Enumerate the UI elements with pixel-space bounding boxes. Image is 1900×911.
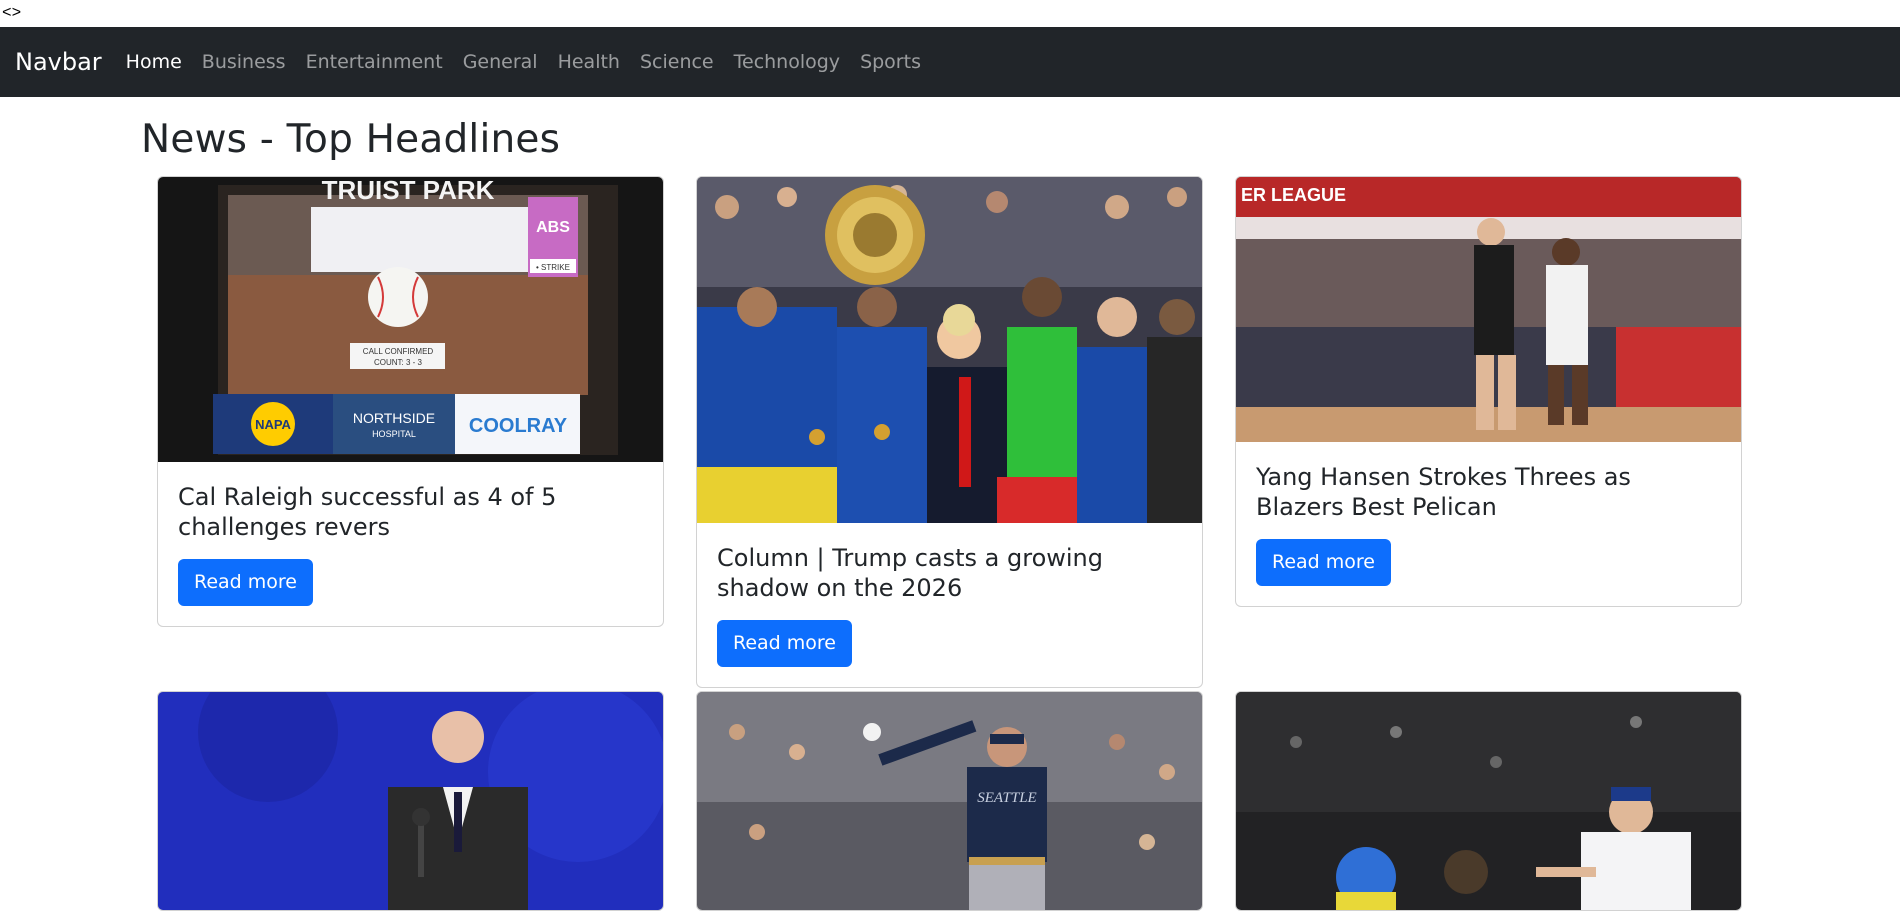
park-sign: TRUIST PARK [322,177,495,205]
abs-label: ABS [536,219,570,236]
card-image[interactable] [697,177,1202,523]
coolray-sign: COOLRAY [469,415,568,437]
read-more-button[interactable]: Read more [178,559,313,606]
napa-sign: NAPA [255,417,291,432]
card-title: Yang Hansen Strokes Threes as Blazers Be… [1256,463,1631,521]
news-card [1235,691,1742,911]
seattle-jersey-text: SEATTLE [977,790,1036,806]
navbar: Navbar Home Business Entertainment Gener… [0,27,1900,97]
nav-link-general[interactable]: General [453,51,548,73]
card-image[interactable]: ABS • STRIKE TRUIST PARK CALL CONFIRMED … [158,177,663,462]
page-title: News - Top Headlines [141,117,561,162]
league-banner: ER LEAGUE [1241,185,1346,205]
nav-link-home[interactable]: Home [116,51,192,73]
count-label: COUNT: 3 - 3 [374,358,423,367]
card-image[interactable]: ER LEAGUE [1236,177,1741,442]
card-title: Column | Trump casts a growing shadow on… [717,544,1103,602]
nav-link-science[interactable]: Science [630,51,724,73]
card-image[interactable] [158,692,663,910]
call-confirmed-label: CALL CONFIRMED [363,347,434,356]
navbar-brand[interactable]: Navbar [15,48,102,76]
news-card: ER LEAGUE Yang Hansen Strokes Threes as … [1235,176,1742,607]
nav-link-sports[interactable]: Sports [850,51,931,73]
news-card: ABS • STRIKE TRUIST PARK CALL CONFIRMED … [157,176,664,627]
news-card [157,691,664,911]
nav-link-health[interactable]: Health [548,51,630,73]
news-card: Column | Trump casts a growing shadow on… [696,176,1203,688]
nav-link-entertainment[interactable]: Entertainment [296,51,453,73]
strike-label: • STRIKE [536,263,570,272]
northside-sign: NORTHSIDE [353,410,435,426]
top-code-text: <> [2,4,22,22]
card-image[interactable]: SEATTLE [697,692,1202,910]
hospital-sign: HOSPITAL [372,429,416,439]
news-card: SEATTLE [696,691,1203,911]
read-more-button[interactable]: Read more [717,620,852,667]
nav-link-technology[interactable]: Technology [724,51,850,73]
read-more-button[interactable]: Read more [1256,539,1391,586]
nav-link-business[interactable]: Business [192,51,296,73]
card-title: Cal Raleigh successful as 4 of 5 challen… [178,483,557,541]
card-image[interactable] [1236,692,1741,910]
